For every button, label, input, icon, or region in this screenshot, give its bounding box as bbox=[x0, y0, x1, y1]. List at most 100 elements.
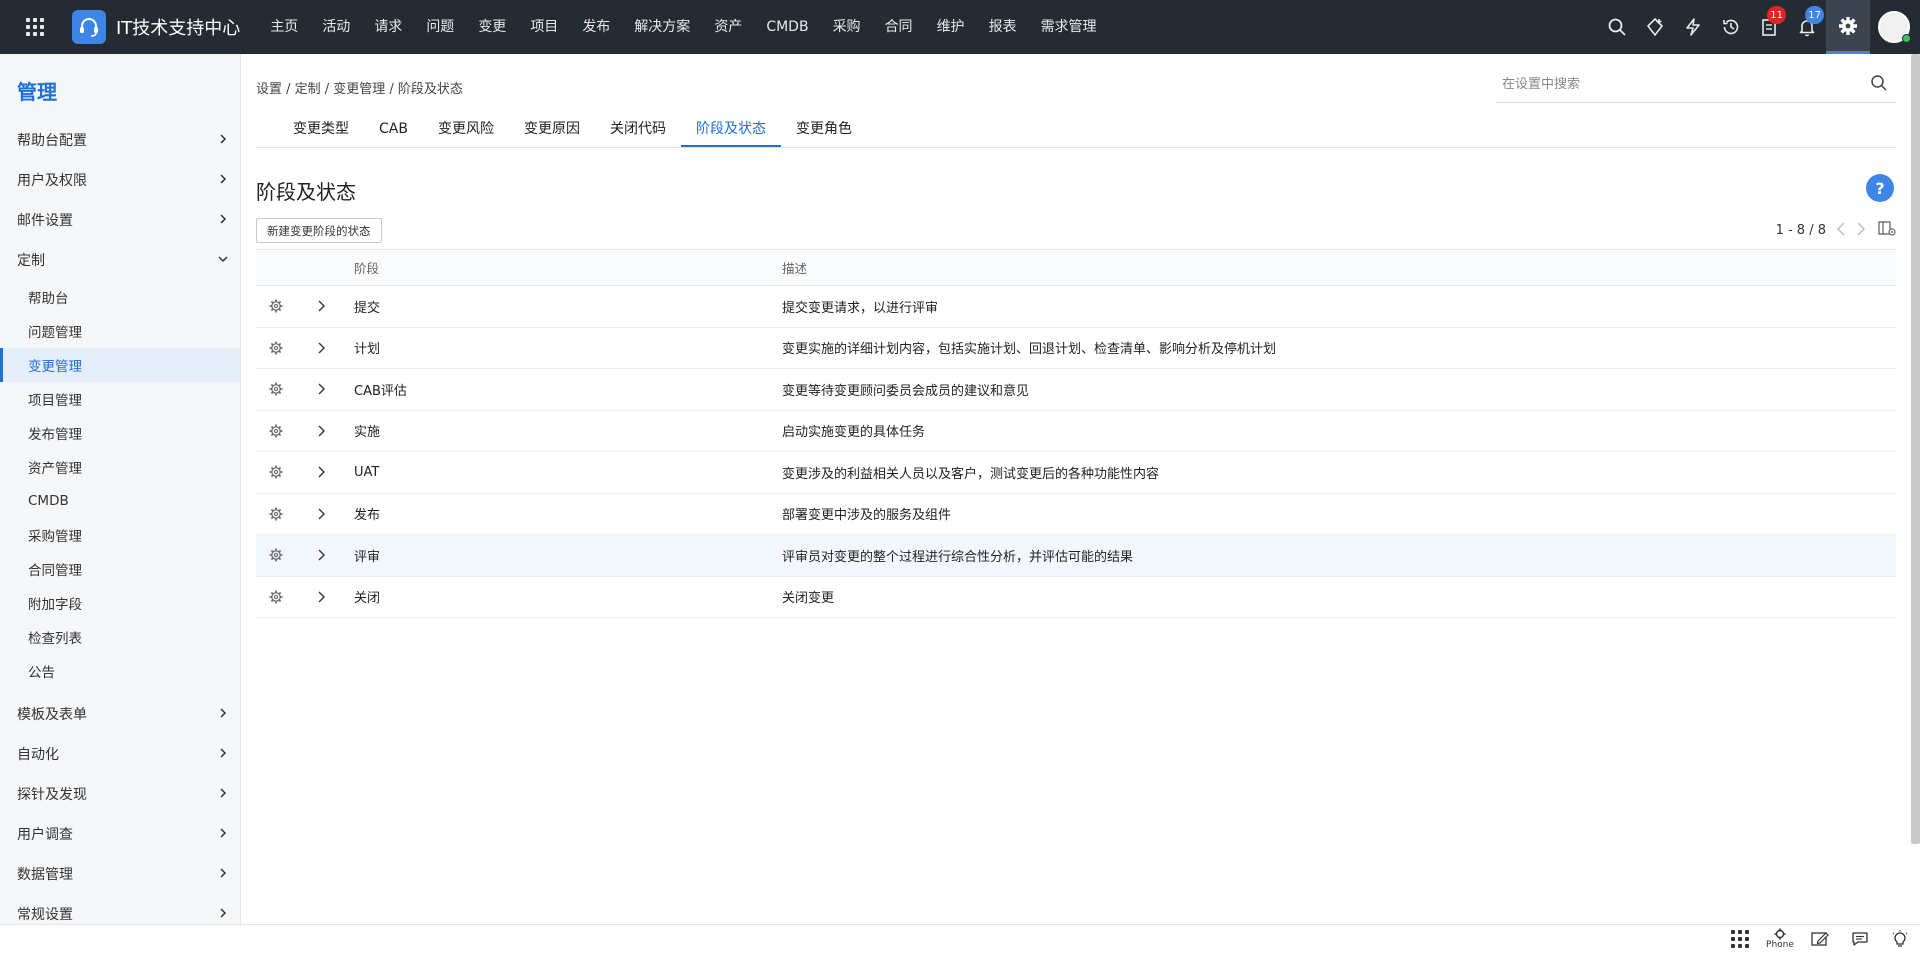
stage-name: 提交 bbox=[354, 300, 381, 316]
headset-logo-icon[interactable] bbox=[72, 10, 106, 44]
row-settings-gear-icon[interactable] bbox=[256, 299, 296, 313]
sidebar-section-templates-forms[interactable]: 模板及表单 bbox=[0, 694, 240, 734]
help-icon[interactable]: ? bbox=[1866, 174, 1894, 202]
breadcrumb[interactable]: 设置 / 定制 / 变更管理 / 阶段及状态 bbox=[256, 78, 463, 97]
lightbulb-icon[interactable] bbox=[1880, 925, 1920, 953]
gear-icon[interactable] bbox=[1826, 0, 1870, 54]
app-grid-icon[interactable] bbox=[12, 0, 58, 54]
topnav-item-requests[interactable]: 请求 bbox=[362, 0, 414, 54]
sidebar-item-helpdesk[interactable]: 帮助台 bbox=[0, 280, 240, 314]
sidebar-item-contract-management[interactable]: 合同管理 bbox=[0, 552, 240, 586]
tab-change-risk[interactable]: 变更风险 bbox=[423, 112, 509, 147]
chevron-left-icon[interactable] bbox=[1836, 221, 1846, 240]
page-scrollbar[interactable] bbox=[1911, 54, 1920, 844]
row-settings-gear-icon[interactable] bbox=[256, 548, 296, 562]
expand-chevron-icon[interactable] bbox=[296, 591, 346, 603]
sidebar-item-asset-management[interactable]: 资产管理 bbox=[0, 450, 240, 484]
sidebar-item-announcements[interactable]: 公告 bbox=[0, 654, 240, 688]
column-header-stage[interactable]: 阶段 bbox=[346, 258, 782, 277]
row-settings-gear-icon[interactable] bbox=[256, 341, 296, 355]
topnav-item-changes[interactable]: 变更 bbox=[466, 0, 518, 54]
sidebar-section-automation[interactable]: 自动化 bbox=[0, 734, 240, 774]
sidebar-section-users-permissions[interactable]: 用户及权限 bbox=[0, 160, 240, 200]
settings-search[interactable] bbox=[1496, 67, 1896, 103]
topnav-item-releases[interactable]: 发布 bbox=[570, 0, 622, 54]
tab-closure-codes[interactable]: 关闭代码 bbox=[595, 112, 681, 147]
tab-cab[interactable]: CAB bbox=[364, 112, 423, 147]
chevron-right-icon[interactable] bbox=[1856, 221, 1866, 240]
apps-grid-icon[interactable] bbox=[1720, 925, 1760, 953]
topnav-item-projects[interactable]: 项目 bbox=[518, 0, 570, 54]
lightning-icon[interactable] bbox=[1674, 0, 1712, 54]
tab-stages-status[interactable]: 阶段及状态 bbox=[680, 112, 781, 147]
table-row[interactable]: 评审 评审员对变更的整个过程进行综合性分析，并评估可能的结果 bbox=[256, 535, 1896, 577]
table-row[interactable]: CAB评估 变更等待变更顾问委员会成员的建议和意见 bbox=[256, 369, 1896, 411]
expand-chevron-icon[interactable] bbox=[296, 300, 346, 312]
sidebar-item-purchase-management[interactable]: 采购管理 bbox=[0, 518, 240, 552]
history-icon[interactable] bbox=[1712, 0, 1750, 54]
sidebar-item-checklists[interactable]: 检查列表 bbox=[0, 620, 240, 654]
row-settings-gear-icon[interactable] bbox=[256, 465, 296, 479]
quick-create-icon[interactable] bbox=[1636, 0, 1674, 54]
user-avatar[interactable] bbox=[1878, 11, 1911, 43]
chat-icon[interactable] bbox=[1840, 925, 1880, 953]
expand-chevron-icon[interactable] bbox=[296, 508, 346, 520]
tasks-icon[interactable]: 11 bbox=[1750, 0, 1788, 54]
column-settings-icon[interactable] bbox=[1878, 220, 1896, 240]
expand-chevron-icon[interactable] bbox=[296, 549, 346, 561]
expand-chevron-icon[interactable] bbox=[296, 342, 346, 354]
topnav-item-problems[interactable]: 问题 bbox=[414, 0, 466, 54]
row-settings-gear-icon[interactable] bbox=[256, 590, 296, 604]
row-settings-gear-icon[interactable] bbox=[256, 382, 296, 396]
topnav-item-maintenance[interactable]: 维护 bbox=[925, 0, 977, 54]
topnav-item-cmdb[interactable]: CMDB bbox=[754, 0, 820, 54]
sidebar-section-label: 自动化 bbox=[17, 747, 59, 763]
edit-note-icon[interactable] bbox=[1800, 925, 1840, 953]
table-row[interactable]: 关闭 关闭变更 bbox=[256, 577, 1896, 618]
new-stage-status-button[interactable]: 新建变更阶段的状态 bbox=[256, 218, 382, 243]
app-title[interactable]: IT技术支持中心 bbox=[116, 14, 240, 40]
tab-change-roles[interactable]: 变更角色 bbox=[781, 112, 867, 147]
main-content: 设置 / 定制 / 变更管理 / 阶段及状态 变更类型 CAB 变更风险 变更原… bbox=[256, 54, 1896, 924]
sidebar-section-general-settings[interactable]: 常规设置 bbox=[0, 894, 240, 924]
sidebar-section-mail-settings[interactable]: 邮件设置 bbox=[0, 200, 240, 240]
sidebar-item-problem-management[interactable]: 问题管理 bbox=[0, 314, 240, 348]
bell-icon[interactable]: 17 bbox=[1788, 0, 1826, 54]
expand-chevron-icon[interactable] bbox=[296, 383, 346, 395]
topnav-item-contracts[interactable]: 合同 bbox=[873, 0, 925, 54]
sidebar-section-user-survey[interactable]: 用户调查 bbox=[0, 814, 240, 854]
topnav-item-solutions[interactable]: 解决方案 bbox=[622, 0, 702, 54]
sidebar-section-helpdesk-config[interactable]: 帮助台配置 bbox=[0, 120, 240, 160]
topnav-item-home[interactable]: 主页 bbox=[258, 0, 310, 54]
sidebar-item-cmdb[interactable]: CMDB bbox=[0, 484, 240, 518]
tab-change-types[interactable]: 变更类型 bbox=[278, 112, 364, 147]
row-settings-gear-icon[interactable] bbox=[256, 507, 296, 521]
column-header-description[interactable]: 描述 bbox=[782, 258, 1896, 277]
expand-chevron-icon[interactable] bbox=[296, 425, 346, 437]
expand-chevron-icon[interactable] bbox=[296, 466, 346, 478]
sidebar-section-customize[interactable]: 定制 bbox=[0, 240, 240, 280]
settings-search-input[interactable] bbox=[1496, 77, 1846, 92]
search-icon[interactable] bbox=[1598, 0, 1636, 54]
table-row[interactable]: 提交 提交变更请求，以进行评审 bbox=[256, 286, 1896, 328]
topnav-item-reports[interactable]: 报表 bbox=[977, 0, 1029, 54]
topnav-item-demand[interactable]: 需求管理 bbox=[1029, 0, 1109, 54]
sidebar-item-additional-fields[interactable]: 附加字段 bbox=[0, 586, 240, 620]
phone-settings-icon[interactable]: Phone bbox=[1760, 925, 1800, 953]
search-icon[interactable] bbox=[1870, 74, 1888, 96]
phone-label: Phone bbox=[1766, 940, 1794, 950]
sidebar-section-probes-discovery[interactable]: 探针及发现 bbox=[0, 774, 240, 814]
table-row[interactable]: 计划 变更实施的详细计划内容，包括实施计划、回退计划、检查清单、影响分析及停机计… bbox=[256, 328, 1896, 369]
sidebar-item-project-management[interactable]: 项目管理 bbox=[0, 382, 240, 416]
topnav-item-assets[interactable]: 资产 bbox=[702, 0, 754, 54]
topnav-item-activities[interactable]: 活动 bbox=[310, 0, 362, 54]
table-row[interactable]: 实施 启动实施变更的具体任务 bbox=[256, 411, 1896, 452]
row-settings-gear-icon[interactable] bbox=[256, 424, 296, 438]
tab-change-reasons[interactable]: 变更原因 bbox=[509, 112, 595, 147]
sidebar-section-data-management[interactable]: 数据管理 bbox=[0, 854, 240, 894]
table-row[interactable]: UAT 变更涉及的利益相关人员以及客户，测试变更后的各种功能性内容 bbox=[256, 452, 1896, 494]
topnav-item-purchase[interactable]: 采购 bbox=[821, 0, 873, 54]
sidebar-item-change-management[interactable]: 变更管理 bbox=[0, 348, 240, 382]
table-row[interactable]: 发布 部署变更中涉及的服务及组件 bbox=[256, 494, 1896, 535]
sidebar-item-release-management[interactable]: 发布管理 bbox=[0, 416, 240, 450]
